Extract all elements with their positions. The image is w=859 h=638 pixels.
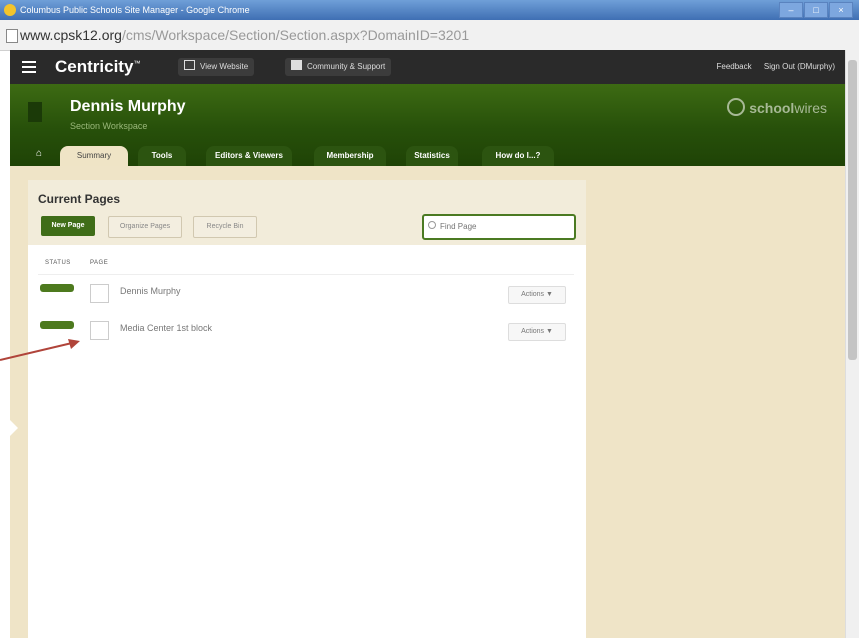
chrome-icon [4, 4, 16, 16]
tab-summary[interactable]: Summary [60, 146, 128, 166]
tab-how-do-i[interactable]: How do I...? [482, 146, 554, 166]
home-icon[interactable]: ⌂ [32, 148, 46, 162]
page-name-link[interactable]: Media Center 1st block [120, 323, 212, 333]
top-links: Feedback Sign Out (DMurphy) [706, 62, 835, 71]
table-row: Media Center 1st block Actions ▼ [28, 318, 586, 352]
divider [38, 274, 574, 275]
actions-dropdown[interactable]: Actions ▼ [508, 323, 566, 341]
maximize-button[interactable]: □ [804, 2, 828, 18]
url-text[interactable]: www.cpsk12.org/cms/Workspace/Section/Sec… [20, 27, 469, 43]
section-title: Dennis Murphy [70, 98, 186, 115]
sign-out-link[interactable]: Sign Out (DMurphy) [764, 62, 835, 71]
close-button[interactable]: × [829, 2, 853, 18]
section-header: Dennis Murphy Section Workspace schoolwi… [10, 84, 845, 166]
schoolwires-logo-icon: schoolwires [727, 98, 827, 116]
column-header-status: STATUS [45, 260, 71, 266]
hamburger-icon[interactable] [22, 61, 36, 73]
table-row: Dennis Murphy Actions ▼ [28, 281, 586, 315]
current-pages-panel: Current Pages New Page Organize Pages Re… [28, 180, 586, 638]
window-titlebar: Columbus Public Schools Site Manager - G… [0, 0, 859, 20]
panel-header: Current Pages New Page Organize Pages Re… [28, 180, 586, 245]
tab-tools[interactable]: Tools [138, 146, 186, 166]
community-icon [291, 60, 302, 70]
organize-pages-button[interactable]: Organize Pages [108, 216, 182, 238]
section-subtitle: Section Workspace [70, 121, 148, 131]
tab-statistics[interactable]: Statistics [406, 146, 458, 166]
row-checkbox[interactable] [90, 284, 109, 303]
find-page-field[interactable] [422, 214, 576, 240]
address-bar[interactable]: www.cpsk12.org/cms/Workspace/Section/Sec… [0, 20, 859, 51]
window-title: Columbus Public Schools Site Manager - G… [20, 5, 250, 15]
search-icon [428, 221, 436, 229]
window-controls: – □ × [779, 2, 853, 18]
monitor-icon [184, 60, 195, 70]
view-website-button[interactable]: View Website [178, 58, 255, 76]
status-indicator [40, 284, 74, 292]
recycle-bin-button[interactable]: Recycle Bin [193, 216, 257, 238]
collapse-arrow-icon[interactable] [10, 420, 18, 436]
section-icon [28, 102, 42, 122]
tab-membership[interactable]: Membership [314, 146, 386, 166]
panel-title: Current Pages [38, 192, 121, 206]
scrollbar[interactable] [845, 50, 859, 638]
find-page-input[interactable] [440, 219, 566, 233]
feedback-link[interactable]: Feedback [716, 62, 751, 71]
page-icon [6, 29, 18, 43]
column-header-page: PAGE [90, 260, 109, 266]
brand-logo[interactable]: Centricity™ [55, 57, 140, 77]
minimize-button[interactable]: – [779, 2, 803, 18]
tab-editors-viewers[interactable]: Editors & Viewers [206, 146, 292, 166]
scrollbar-thumb[interactable] [848, 60, 857, 360]
community-support-button[interactable]: Community & Support [285, 58, 392, 76]
new-page-button[interactable]: New Page [41, 216, 95, 236]
annotation-arrow-icon [0, 339, 80, 361]
page-name-link[interactable]: Dennis Murphy [120, 286, 181, 296]
top-nav: Centricity™ View Website Community & Sup… [10, 50, 845, 84]
status-indicator [40, 321, 74, 329]
actions-dropdown[interactable]: Actions ▼ [508, 286, 566, 304]
